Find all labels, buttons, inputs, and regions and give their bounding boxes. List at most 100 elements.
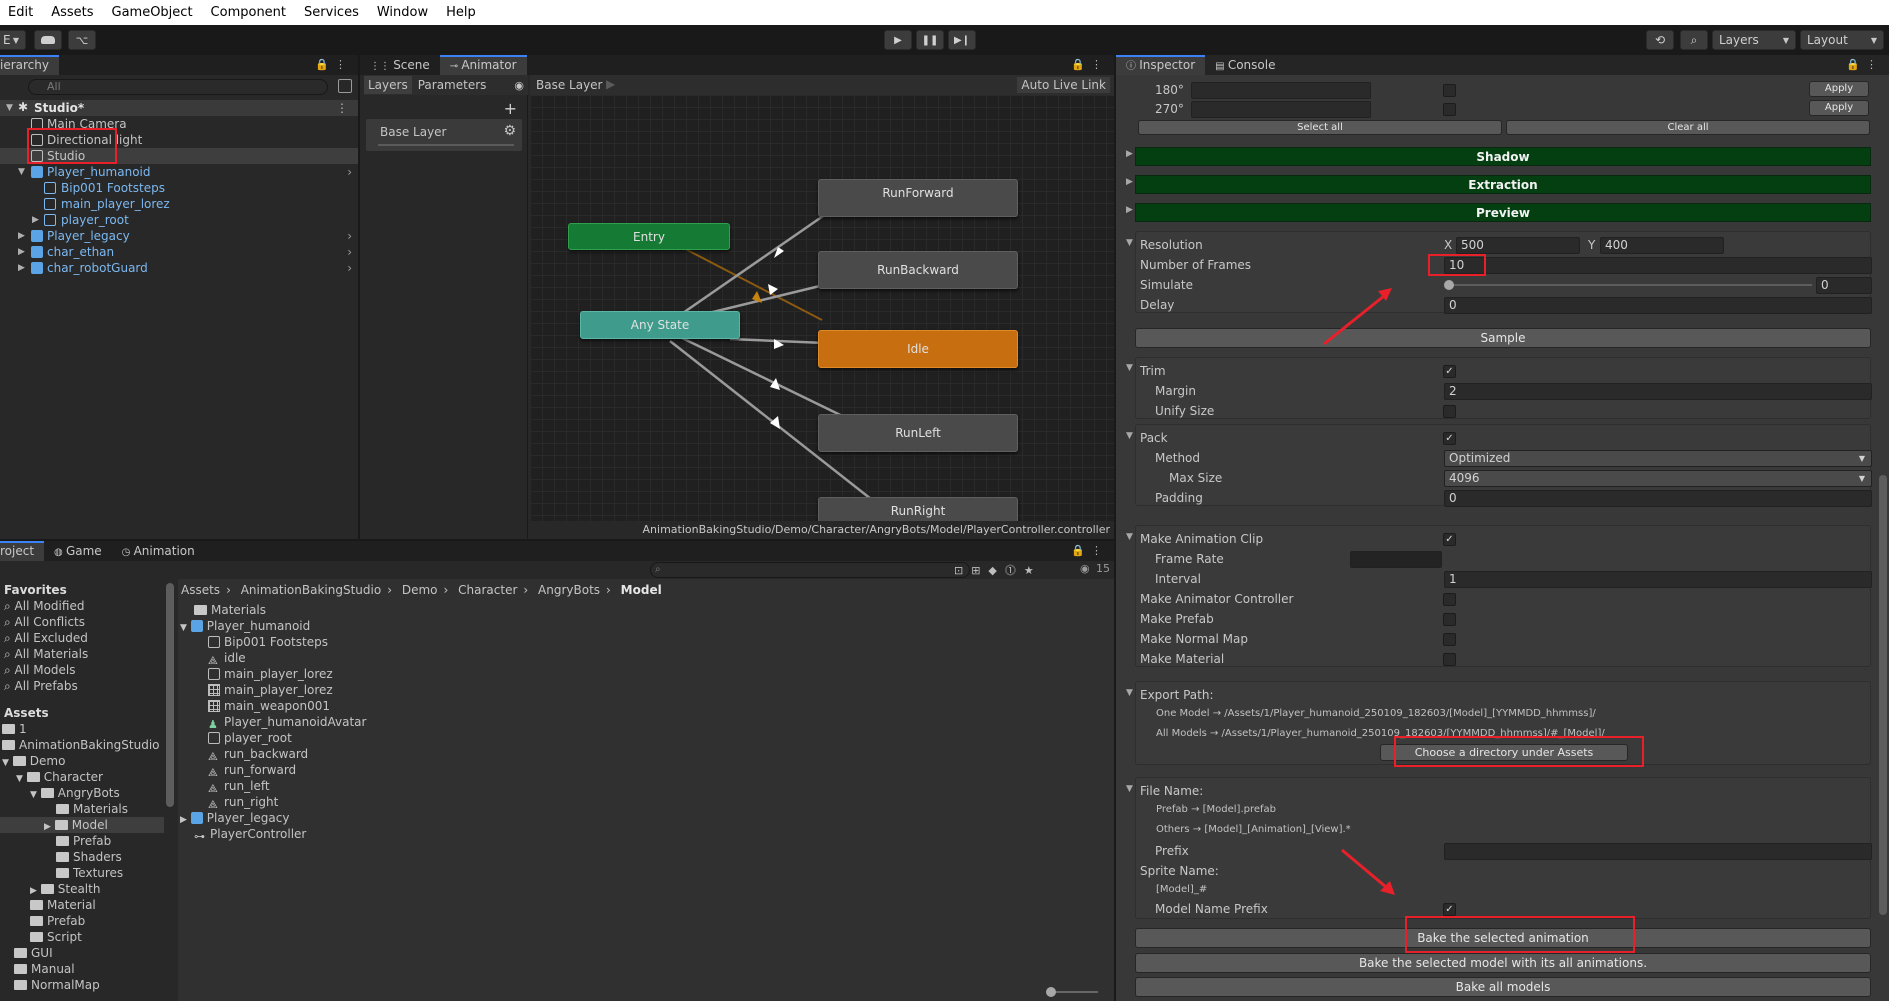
menu-window[interactable]: Window <box>368 5 437 20</box>
hierarchy-item[interactable]: Main Camera <box>0 116 358 132</box>
add-layer-icon[interactable]: + <box>504 99 517 118</box>
state-idle[interactable]: Idle <box>818 330 1018 368</box>
auto-live-link-button[interactable]: Auto Live Link <box>1017 77 1110 93</box>
tab-animator[interactable]: ⊸ Animator <box>439 55 527 75</box>
shadow-section[interactable]: Shadow <box>1135 147 1871 166</box>
panel-menu-icon[interactable]: 🔒⋮ <box>1846 58 1883 71</box>
expand-arrow-icon[interactable]: ▶ <box>18 244 25 260</box>
favorite-item[interactable]: ⌕ All Conflicts <box>4 614 85 630</box>
asset-item[interactable]: ⟁ run_forward <box>208 762 296 779</box>
asset-item[interactable]: main_player_lorez <box>208 682 333 698</box>
expand-arrow-icon[interactable]: ▶ <box>30 886 37 896</box>
state-any-state[interactable]: Any State <box>580 311 740 339</box>
asset-item[interactable]: ⟁ idle <box>208 650 246 667</box>
state-run-forward[interactable]: RunForward <box>818 179 1018 217</box>
pause-button[interactable]: ❚❚ <box>916 30 944 50</box>
simulate-slider-handle[interactable] <box>1444 280 1454 290</box>
select-all-button[interactable]: Select all <box>1138 120 1502 135</box>
res-x-field[interactable]: 500 <box>1456 237 1580 254</box>
tab-hierarchy[interactable]: ierarchy <box>0 55 59 75</box>
tree-folder-selected[interactable]: ▶ Model <box>0 817 164 833</box>
padding-field[interactable]: 0 <box>1444 490 1872 507</box>
asset-item[interactable]: ⟁ run_right <box>208 794 278 811</box>
chevron-right-icon[interactable]: › <box>347 164 352 180</box>
expand-arrow-icon[interactable]: ▶ <box>18 260 25 276</box>
expand-arrow-icon[interactable]: ▼ <box>18 164 25 180</box>
tree-folder[interactable]: NormalMap <box>14 977 100 993</box>
asset-item[interactable]: Bip001 Footsteps <box>208 634 328 650</box>
asset-item[interactable]: ⟁ run_backward <box>208 746 308 763</box>
preview-section[interactable]: Preview <box>1135 203 1871 222</box>
zoom-slider-handle[interactable] <box>1046 987 1056 997</box>
rotation-checkbox[interactable] <box>1443 103 1456 116</box>
delay-field[interactable]: 0 <box>1444 297 1872 314</box>
bake-selected-animation-button[interactable]: Bake the selected animation <box>1135 928 1871 948</box>
tree-folder[interactable]: Prefab <box>30 913 85 929</box>
tree-folder[interactable]: Prefab <box>56 833 111 849</box>
collab-button[interactable]: ⌥ <box>68 30 96 50</box>
scene-menu-icon[interactable]: ⋮ <box>336 100 348 116</box>
breadcrumb-current[interactable]: Model <box>621 583 662 597</box>
hierarchy-search[interactable]: All <box>28 79 328 95</box>
history-button[interactable]: ⟲ <box>1646 30 1674 50</box>
favorite-item[interactable]: ⌕ All Materials <box>4 646 88 662</box>
tab-console[interactable]: ▤ Console <box>1205 55 1285 75</box>
hierarchy-item[interactable]: Studio <box>0 148 358 164</box>
chevron-right-icon[interactable]: ▶ <box>1126 177 1133 187</box>
chevron-right-icon[interactable]: › <box>347 244 352 260</box>
rotation-checkbox[interactable] <box>1443 84 1456 97</box>
simulate-field[interactable]: 0 <box>1816 277 1872 294</box>
bake-selected-model-button[interactable]: Bake the selected model with its all ani… <box>1135 953 1871 973</box>
prefix-field[interactable] <box>1444 843 1872 860</box>
make-material-checkbox[interactable] <box>1443 653 1456 666</box>
asset-item[interactable]: main_player_lorez <box>208 666 333 682</box>
favorite-item[interactable]: ⌕ All Prefabs <box>4 678 78 694</box>
expand-arrow-icon[interactable]: ▼ <box>30 790 37 800</box>
expand-arrow-icon[interactable]: ▶ <box>32 212 39 228</box>
tree-folder[interactable]: ▶ Stealth <box>30 881 100 897</box>
layers-dropdown[interactable]: Layers ▼ <box>1712 30 1796 50</box>
expand-arrow-icon[interactable]: ▶ <box>44 822 51 832</box>
tree-folder[interactable]: AnimationBakingStudio <box>2 737 160 753</box>
panel-menu-icon[interactable]: 🔒⋮ <box>315 58 352 71</box>
eye-icon[interactable]: ◉ <box>1080 562 1090 575</box>
make-controller-checkbox[interactable] <box>1443 593 1456 606</box>
tree-folder[interactable]: 1 <box>2 721 27 737</box>
gear-icon[interactable]: ⚙ <box>503 123 516 139</box>
trim-checkbox[interactable]: ✓ <box>1443 365 1456 378</box>
breadcrumb-item[interactable]: AnimationBakingStudio <box>241 583 382 597</box>
apply-button[interactable]: Apply <box>1809 100 1869 116</box>
favorite-item[interactable]: ⌕ All Models <box>4 662 76 678</box>
apply-button[interactable]: Apply <box>1809 81 1869 97</box>
expand-arrow-icon[interactable]: ▼ <box>16 774 23 784</box>
play-button[interactable]: ▶ <box>884 30 912 50</box>
project-search[interactable]: ⌕ <box>650 562 970 578</box>
tree-folder[interactable]: Textures <box>56 865 123 881</box>
simulate-slider-track[interactable] <box>1448 284 1812 286</box>
asset-item[interactable]: ▶ Player_legacy <box>180 810 289 826</box>
expand-arrow-icon[interactable]: ▶ <box>18 228 25 244</box>
sample-button[interactable]: Sample <box>1135 328 1871 348</box>
inspector-scrollbar[interactable] <box>1879 475 1887 915</box>
tab-project[interactable]: roject <box>0 541 45 561</box>
expand-arrow-icon[interactable]: ▶ <box>180 815 187 825</box>
choose-directory-button[interactable]: Choose a directory under Assets <box>1380 744 1628 761</box>
tree-scrollbar[interactable] <box>166 583 174 807</box>
scene-row[interactable]: ▼ ✱ Studio* ⋮ <box>0 100 358 116</box>
favorite-item[interactable]: ⌕ All Modified <box>4 598 84 614</box>
tree-folder[interactable]: GUI <box>14 945 53 961</box>
tree-folder[interactable]: ▼ AngryBots <box>30 785 120 801</box>
model-name-prefix-checkbox[interactable]: ✓ <box>1443 903 1456 916</box>
tab-animation[interactable]: ◷ Animation <box>112 541 205 561</box>
hierarchy-item[interactable]: ▶ Player_legacy › <box>0 228 358 244</box>
eye-icon[interactable]: ◉ <box>514 79 524 92</box>
breadcrumb[interactable]: Base Layer <box>536 78 603 92</box>
make-prefab-checkbox[interactable] <box>1443 613 1456 626</box>
breadcrumb-item[interactable]: Assets <box>181 583 220 597</box>
hierarchy-item[interactable]: ▼ Player_humanoid › <box>0 164 358 180</box>
step-button[interactable]: ▶❙ <box>948 30 976 50</box>
frames-field[interactable]: 10 <box>1444 257 1872 274</box>
hierarchy-item[interactable]: ▶ char_ethan › <box>0 244 358 260</box>
breadcrumb-item[interactable]: Character <box>458 583 517 597</box>
menu-help[interactable]: Help <box>437 5 485 20</box>
